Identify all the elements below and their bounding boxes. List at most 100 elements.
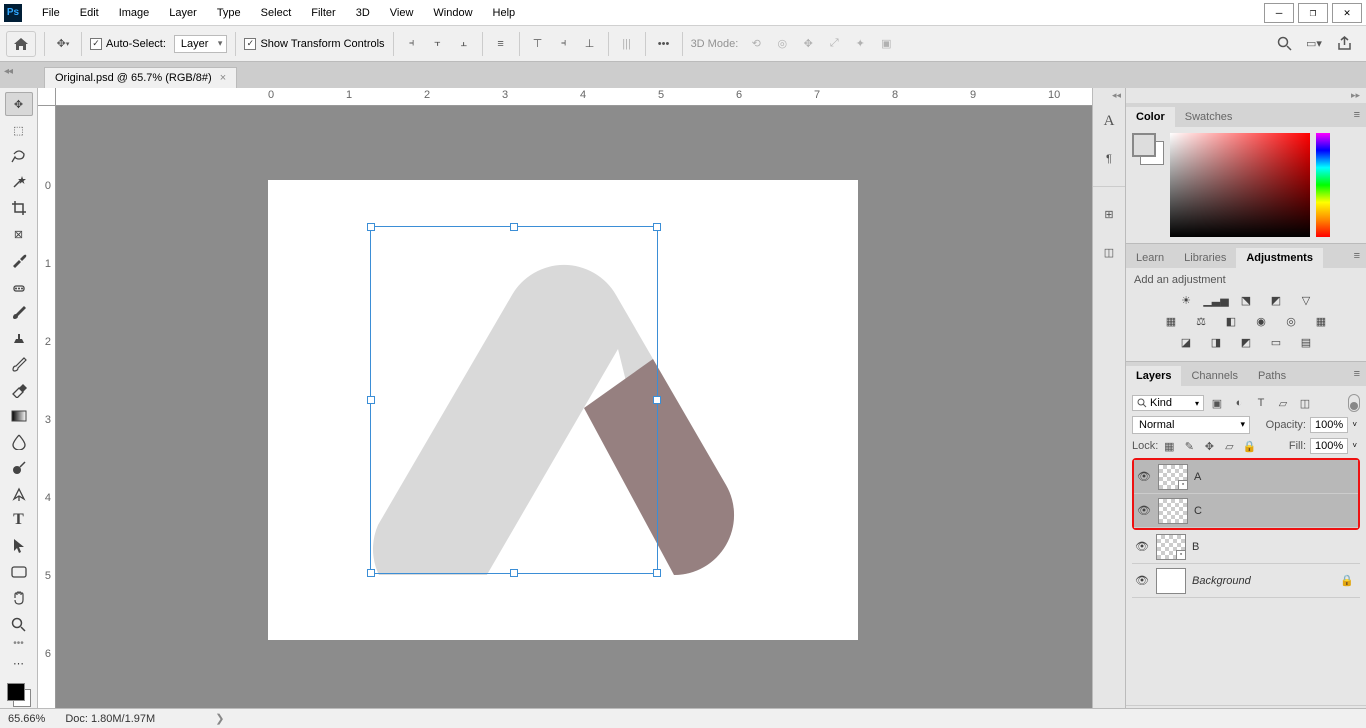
handle-se[interactable] xyxy=(653,569,661,577)
menu-view[interactable]: View xyxy=(380,3,424,23)
search-icon[interactable] xyxy=(1274,34,1294,54)
menu-layer[interactable]: Layer xyxy=(159,3,207,23)
move-tool[interactable]: ✥ xyxy=(5,92,33,116)
pen-tool[interactable] xyxy=(5,482,33,506)
ruler-origin[interactable] xyxy=(38,88,56,106)
menu-window[interactable]: Window xyxy=(423,3,482,23)
tab-swatches[interactable]: Swatches xyxy=(1175,107,1243,127)
color-lookup-icon[interactable]: ▦ xyxy=(1311,313,1331,329)
maximize-button[interactable]: ❐ xyxy=(1298,3,1328,23)
handle-nw[interactable] xyxy=(367,223,375,231)
tab-layers[interactable]: Layers xyxy=(1126,366,1181,386)
properties-panel-icon[interactable]: ◫ xyxy=(1098,241,1120,263)
menu-edit[interactable]: Edit xyxy=(70,3,109,23)
vibrance-icon[interactable]: ▽ xyxy=(1296,292,1316,308)
filter-smart-icon[interactable]: ◫ xyxy=(1296,395,1314,411)
workspace-switcher-icon[interactable]: ▭▾ xyxy=(1304,34,1324,54)
layer-thumbnail[interactable]: ▫ xyxy=(1158,464,1188,490)
distribute-bottom-icon[interactable]: ⊥ xyxy=(580,34,600,54)
layer-item-b[interactable]: 👁 ▫ B xyxy=(1132,530,1360,564)
gradient-tool[interactable] xyxy=(5,404,33,428)
lock-transparency-icon[interactable]: ▦ xyxy=(1162,439,1176,453)
filter-pixel-icon[interactable]: ▣ xyxy=(1208,395,1226,411)
rectangle-tool[interactable] xyxy=(5,560,33,584)
visibility-toggle[interactable]: 👁 xyxy=(1136,504,1152,517)
layers-panel-menu-icon[interactable]: ≡ xyxy=(1354,368,1360,380)
type-tool[interactable]: T xyxy=(5,508,33,532)
ruler-vertical[interactable]: 0123456 xyxy=(38,106,56,728)
history-brush-tool[interactable] xyxy=(5,352,33,376)
move-tool-icon[interactable]: ✥▾ xyxy=(53,34,73,54)
filter-type-icon[interactable]: T xyxy=(1252,395,1270,411)
handle-e[interactable] xyxy=(653,396,661,404)
toolbox-more-icon[interactable]: ••• xyxy=(13,638,24,649)
color-field[interactable] xyxy=(1170,133,1310,237)
tab-paths[interactable]: Paths xyxy=(1248,366,1296,386)
brightness-contrast-icon[interactable]: ☀ xyxy=(1176,292,1196,308)
edit-toolbar-icon[interactable]: ⋯ xyxy=(5,651,33,675)
align-right-icon[interactable]: ⫠ xyxy=(454,34,474,54)
collapse-dock-icon[interactable]: ▸▸ xyxy=(1126,88,1366,103)
transform-selection[interactable] xyxy=(370,226,658,574)
filter-adjustment-icon[interactable]: ◐ xyxy=(1230,395,1248,411)
align-center-h-icon[interactable]: ⫟ xyxy=(428,34,448,54)
eraser-tool[interactable] xyxy=(5,378,33,402)
paragraph-panel-icon[interactable]: ¶ xyxy=(1098,148,1120,170)
more-options-icon[interactable]: ••• xyxy=(654,34,674,54)
doc-size[interactable]: Doc: 1.80M/1.97M xyxy=(65,713,155,725)
brush-tool[interactable] xyxy=(5,300,33,324)
expand-strip-icon[interactable]: ◂◂ xyxy=(1112,90,1121,101)
adjustments-panel-menu-icon[interactable]: ≡ xyxy=(1354,250,1360,262)
frame-tool[interactable]: ⊠ xyxy=(5,222,33,246)
blend-mode-select[interactable]: Normal xyxy=(1132,416,1250,434)
ruler-horizontal[interactable]: 012345678910 xyxy=(56,88,1092,106)
tab-close-icon[interactable]: × xyxy=(220,72,226,84)
crop-tool[interactable] xyxy=(5,196,33,220)
auto-select-checkbox[interactable]: ✓Auto-Select: xyxy=(90,38,166,50)
auto-select-target[interactable]: Layer xyxy=(174,35,228,53)
menu-select[interactable]: Select xyxy=(251,3,302,23)
lock-icon[interactable]: 🔒 xyxy=(1340,574,1354,587)
lock-position-icon[interactable]: ✥ xyxy=(1202,439,1216,453)
blur-tool[interactable] xyxy=(5,430,33,454)
tab-libraries[interactable]: Libraries xyxy=(1174,248,1236,268)
healing-brush-tool[interactable] xyxy=(5,274,33,298)
handle-n[interactable] xyxy=(510,223,518,231)
menu-type[interactable]: Type xyxy=(207,3,251,23)
zoom-level[interactable]: 65.66% xyxy=(8,713,45,725)
character-panel-icon[interactable]: A xyxy=(1098,110,1120,132)
close-button[interactable]: ✕ xyxy=(1332,3,1362,23)
layer-thumbnail[interactable] xyxy=(1158,498,1188,524)
hue-slider[interactable] xyxy=(1316,133,1330,237)
lock-artboard-icon[interactable]: ▱ xyxy=(1222,439,1236,453)
layer-thumbnail[interactable] xyxy=(1156,568,1186,594)
distribute-middle-icon[interactable]: ⫞ xyxy=(554,34,574,54)
channel-mixer-icon[interactable]: ◎ xyxy=(1281,313,1301,329)
layer-item-background[interactable]: 👁 Background 🔒 xyxy=(1132,564,1360,598)
tab-channels[interactable]: Channels xyxy=(1181,366,1247,386)
distribute-top-icon[interactable]: ⊤ xyxy=(528,34,548,54)
marquee-tool[interactable]: ⬚ xyxy=(5,118,33,142)
threshold-icon[interactable]: ◩ xyxy=(1236,334,1256,350)
menu-file[interactable]: File xyxy=(32,3,70,23)
tab-adjustments[interactable]: Adjustments xyxy=(1236,248,1323,268)
magic-wand-tool[interactable] xyxy=(5,170,33,194)
bw-icon[interactable]: ◧ xyxy=(1221,313,1241,329)
show-transform-checkbox[interactable]: ✓Show Transform Controls xyxy=(244,38,384,50)
eyedropper-tool[interactable] xyxy=(5,248,33,272)
posterize-icon[interactable]: ◨ xyxy=(1206,334,1226,350)
distribute-spacing-icon[interactable]: ||| xyxy=(617,34,637,54)
visibility-toggle[interactable]: 👁 xyxy=(1136,470,1152,483)
glyphs-panel-icon[interactable]: ⊞ xyxy=(1098,203,1120,225)
lock-pixels-icon[interactable]: ✎ xyxy=(1182,439,1196,453)
tab-color[interactable]: Color xyxy=(1126,107,1175,127)
handle-s[interactable] xyxy=(510,569,518,577)
clone-stamp-tool[interactable] xyxy=(5,326,33,350)
tab-grip-icon[interactable]: ◂◂ xyxy=(4,66,12,77)
filter-toggle[interactable] xyxy=(1348,394,1360,412)
align-horizontal-icon[interactable]: ≡ xyxy=(491,34,511,54)
handle-sw[interactable] xyxy=(367,569,375,577)
layer-filter-type[interactable]: Kind▾ xyxy=(1132,395,1204,411)
gradient-map-icon[interactable]: ▭ xyxy=(1266,334,1286,350)
align-left-icon[interactable]: ⫞ xyxy=(402,34,422,54)
